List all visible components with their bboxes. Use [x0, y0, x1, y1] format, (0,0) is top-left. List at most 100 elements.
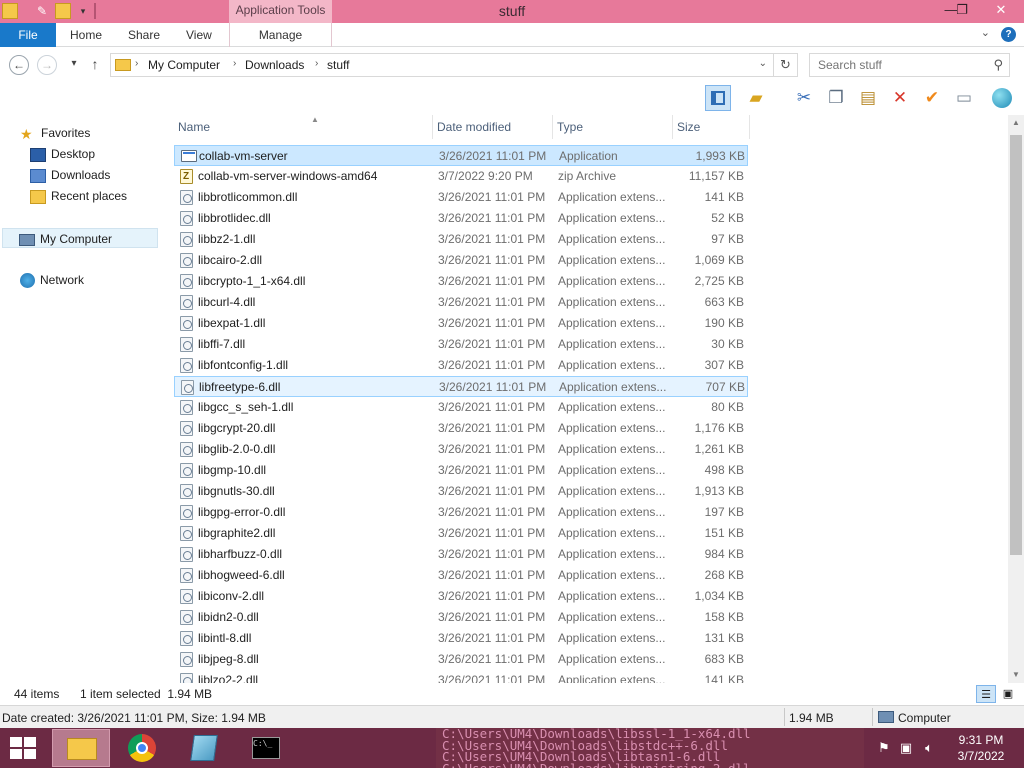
search-box[interactable]: ⚲	[809, 53, 1010, 77]
file-row[interactable]: libcairo-2.dll 3/26/2021 11:01 PM Applicat…	[174, 250, 748, 271]
file-date-modified: 3/26/2021 11:01 PM	[438, 253, 546, 267]
file-row[interactable]: collab-vm-server 3/26/2021 11:01 PM Applic…	[174, 145, 748, 166]
application-icon	[181, 150, 197, 162]
nav-network[interactable]: Network	[20, 270, 84, 290]
column-name[interactable]: Name	[174, 115, 433, 139]
file-row[interactable]: libgnutls-30.dll 3/26/2021 11:01 PM Applic…	[174, 481, 748, 502]
cut-icon[interactable]: ✂	[791, 85, 817, 111]
search-input[interactable]	[810, 54, 980, 76]
rename-icon[interactable]: ▭	[951, 85, 977, 111]
scroll-up-icon[interactable]: ▲	[1008, 115, 1024, 131]
column-date-modified[interactable]: Date modified	[433, 115, 553, 139]
restore-button[interactable]: ❐	[947, 0, 977, 21]
file-row[interactable]: libgpg-error-0.dll 3/26/2021 11:01 PM Appl…	[174, 502, 748, 523]
file-type: Application extens...	[558, 421, 666, 435]
column-type[interactable]: Type	[553, 115, 673, 139]
taskbar-chrome-button[interactable]	[114, 729, 172, 767]
column-size[interactable]: Size	[673, 115, 750, 139]
file-row[interactable]: libfontconfig-1.dll 3/26/2021 11:01 PM App…	[174, 355, 748, 376]
file-row[interactable]: libharfbuzz-0.dll 3/26/2021 11:01 PM Appli…	[174, 544, 748, 565]
file-row[interactable]: libbz2-1.dll 3/26/2021 11:01 PM Applicatio…	[174, 229, 748, 250]
nav-my-computer[interactable]: My Computer	[2, 228, 158, 248]
file-row[interactable]: libgcc_s_seh-1.dll 3/26/2021 11:01 PM Appl…	[174, 397, 748, 418]
file-row[interactable]: libcurl-4.dll 3/26/2021 11:01 PM Applicati…	[174, 292, 748, 313]
file-row[interactable]: libgcrypt-20.dll 3/26/2021 11:01 PM Applic…	[174, 418, 748, 439]
forward-button[interactable]: →	[37, 55, 57, 75]
address-bar[interactable]: › My Computer › Downloads › stuff ⌄	[110, 53, 774, 77]
recent-locations-icon[interactable]: ▾	[64, 55, 84, 75]
file-row[interactable]: libbrotlidec.dll 3/26/2021 11:01 PM Applic…	[174, 208, 748, 229]
breadcrumb-separator[interactable]: ›	[233, 58, 236, 69]
file-row[interactable]: libffi-7.dll 3/26/2021 11:01 PM Applicatio…	[174, 334, 748, 355]
delete-icon[interactable]: ✕	[887, 85, 913, 111]
tab-view[interactable]: View	[186, 23, 212, 47]
up-button[interactable]: ↑	[85, 55, 105, 75]
breadcrumb-downloads[interactable]: Downloads	[245, 58, 304, 72]
properties-check-icon[interactable]: ✔	[919, 85, 945, 111]
file-type: Application extens...	[558, 610, 666, 624]
taskbar-cmd-button[interactable]: C:\_	[238, 729, 296, 767]
nav-desktop[interactable]: Desktop	[30, 144, 95, 164]
breadcrumb-my-computer[interactable]: My Computer	[148, 58, 220, 72]
dll-file-icon	[180, 463, 193, 478]
nav-favorites[interactable]: ★ Favorites	[20, 123, 90, 143]
tab-home[interactable]: Home	[70, 23, 102, 47]
large-icons-view-button[interactable]: ▣	[998, 685, 1018, 703]
file-row[interactable]: libhogweed-6.dll 3/26/2021 11:01 PM Applic…	[174, 565, 748, 586]
breadcrumb-stuff[interactable]: stuff	[327, 58, 349, 72]
file-row[interactable]: libidn2-0.dll 3/26/2021 11:01 PM Applicati…	[174, 607, 748, 628]
file-row[interactable]: libexpat-1.dll 3/26/2021 11:01 PM Applicat…	[174, 313, 748, 334]
refresh-button[interactable]: ↻	[774, 53, 798, 77]
folder-check-icon[interactable]: ▰	[743, 85, 769, 111]
breadcrumb-separator[interactable]: ›	[135, 58, 138, 69]
details-view-icon[interactable]	[705, 85, 731, 111]
nav-downloads[interactable]: Downloads	[30, 165, 110, 185]
search-icon[interactable]: ⚲	[993, 57, 1003, 73]
file-name: libgnutls-30.dll	[198, 484, 275, 498]
start-button[interactable]	[10, 737, 38, 761]
file-row[interactable]: libgmp-10.dll 3/26/2021 11:01 PM Applicati…	[174, 460, 748, 481]
file-row[interactable]: libfreetype-6.dll 3/26/2021 11:01 PM Appli…	[174, 376, 748, 397]
taskbar-notepad-button[interactable]	[176, 729, 234, 767]
globe-icon[interactable]	[989, 85, 1015, 111]
details-view-button[interactable]: ☰	[976, 685, 996, 703]
breadcrumb-separator[interactable]: ›	[315, 58, 318, 69]
vertical-scrollbar[interactable]: ▲ ▼	[1008, 115, 1024, 683]
details-bar: Date created: 3/26/2021 11:01 PM, Size: …	[0, 705, 1024, 728]
taskbar-clock[interactable]: 9:31 PM 3/7/2022	[946, 732, 1016, 764]
back-button[interactable]: ←	[9, 55, 29, 75]
title-bar[interactable]: ✎ ▾ Application Tools stuff — ❐ ✕	[0, 0, 1024, 23]
close-button[interactable]: ✕	[982, 0, 1020, 21]
scroll-down-icon[interactable]: ▼	[1008, 667, 1024, 683]
tab-manage[interactable]: Manage	[229, 23, 332, 47]
file-row[interactable]: libglib-2.0-0.dll 3/26/2021 11:01 PM Appli…	[174, 439, 748, 460]
scroll-thumb[interactable]	[1010, 135, 1022, 555]
file-row[interactable]: libbrotlicommon.dll 3/26/2021 11:01 PM App…	[174, 187, 748, 208]
network-status-icon[interactable]: ▣	[898, 740, 914, 756]
ribbon-expand-icon[interactable]: ⌄	[981, 26, 990, 39]
taskbar-explorer-button[interactable]	[52, 729, 110, 767]
nav-recent-places[interactable]: Recent places	[30, 186, 127, 206]
tab-file[interactable]: File	[0, 23, 56, 47]
volume-muted-icon[interactable]: 🔈︎	[921, 740, 937, 756]
action-center-flag-icon[interactable]: ⚑	[876, 740, 892, 756]
file-type: Application extens...	[558, 526, 666, 540]
file-row[interactable]: libgraphite2.dll 3/26/2021 11:01 PM Applic…	[174, 523, 748, 544]
address-dropdown-icon[interactable]: ⌄	[759, 58, 767, 69]
tab-share[interactable]: Share	[128, 23, 160, 47]
file-row[interactable]: libintl-8.dll 3/26/2021 11:01 PM Applicati…	[174, 628, 748, 649]
file-size: 11,157 KB	[688, 169, 744, 183]
file-name: libcairo-2.dll	[198, 253, 263, 267]
file-row[interactable]: collab-vm-server-windows-amd64 3/7/2022 9…	[174, 166, 748, 187]
file-row[interactable]: libcrypto-1_1-x64.dll 3/26/2021 11:01 PM A…	[174, 271, 748, 292]
paste-icon[interactable]: ▤	[855, 85, 881, 111]
file-type: Application extens...	[558, 190, 666, 204]
file-row[interactable]: liblzo2-2.dll 3/26/2021 11:01 PM Applicati…	[174, 670, 748, 683]
help-icon[interactable]: ?	[1001, 27, 1016, 42]
file-row[interactable]: libiconv-2.dll 3/26/2021 11:01 PM Applicat…	[174, 586, 748, 607]
file-row[interactable]: libjpeg-8.dll 3/26/2021 11:01 PM Applicati…	[174, 649, 748, 670]
file-date-modified: 3/26/2021 11:01 PM	[438, 589, 546, 603]
file-type: Application extens...	[558, 211, 666, 225]
copy-icon[interactable]: ❐	[823, 85, 849, 111]
dll-file-icon	[180, 547, 193, 562]
